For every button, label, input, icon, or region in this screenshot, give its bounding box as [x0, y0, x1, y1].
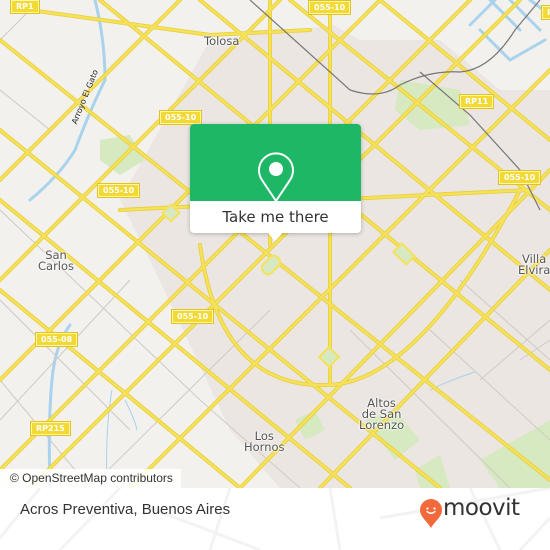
popup-pointer: [267, 232, 283, 241]
take-me-there-button[interactable]: Take me there: [190, 201, 361, 233]
road-shield-055-10: 055-10: [158, 110, 203, 125]
road-shield-partial: R: [540, 5, 550, 20]
road-shield-055-10: 055-10: [307, 0, 352, 15]
road-shield-055-10: 055-10: [96, 183, 141, 198]
map-pin-icon: [258, 152, 294, 202]
road-shield-rp11: RP11: [458, 94, 495, 109]
place-label-tolosa: Tolosa: [204, 34, 240, 48]
map[interactable]: Tolosa San Carlos Villa Elvira Altos de …: [0, 0, 550, 488]
footer: Acros Preventiva, Buenos Aires moovit: [0, 488, 550, 550]
place-label-san-carlos: San Carlos: [38, 248, 75, 273]
road-shield-055-10: 055-10: [170, 309, 215, 324]
moovit-pin-icon: [420, 499, 442, 528]
place-label-los-hornos: Los Hornos: [244, 429, 285, 454]
take-me-there-popup[interactable]: Take me there: [190, 124, 361, 241]
road-shield-055-10: 055-10: [497, 170, 542, 185]
place-name: Acros Preventiva, Buenos Aires: [20, 501, 231, 518]
moovit-wordmark: moovit: [443, 495, 520, 521]
road-shield-rp215: RP215: [30, 421, 71, 436]
road-shield-rp1: RP1: [10, 0, 40, 14]
popup-header: [190, 124, 361, 202]
road-shield-055-08: 055-08: [34, 332, 79, 347]
map-tiles: [0, 0, 550, 488]
place-label-villa-elvira: Villa Elvira: [518, 252, 550, 277]
place-label-altos-de-san-lorenzo: Altos de San Lorenzo: [359, 396, 405, 432]
map-attribution[interactable]: © OpenStreetMap contributors: [0, 469, 181, 488]
moovit-logo[interactable]: moovit: [419, 495, 520, 529]
